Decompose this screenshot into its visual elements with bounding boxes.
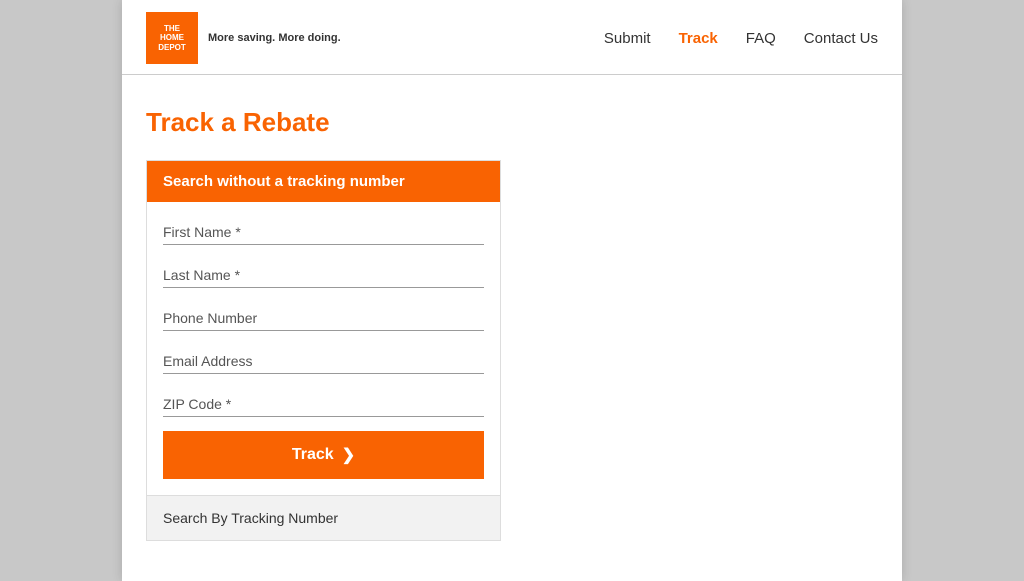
form-card-header: Search without a tracking number <box>147 161 500 202</box>
main-content: Track a Rebate Search without a tracking… <box>122 75 902 581</box>
first-name-field <box>163 212 484 249</box>
page-title: Track a Rebate <box>146 107 878 138</box>
main-nav: Submit Track FAQ Contact Us <box>604 30 878 47</box>
home-depot-logo: THE HOME DEPOT <box>146 12 198 64</box>
nav-submit[interactable]: Submit <box>604 30 651 47</box>
track-button[interactable]: Track ❯ <box>163 431 484 479</box>
logo-area: THE HOME DEPOT More saving. More doing. <box>146 12 341 64</box>
nav-faq[interactable]: FAQ <box>746 30 776 47</box>
email-field <box>163 341 484 378</box>
phone-field <box>163 298 484 335</box>
phone-input[interactable] <box>163 298 484 331</box>
header: THE HOME DEPOT More saving. More doing. … <box>122 0 902 75</box>
last-name-input[interactable] <box>163 255 484 288</box>
form-body: Track ❯ <box>147 202 500 495</box>
track-button-label: Track <box>292 446 334 464</box>
last-name-field <box>163 255 484 292</box>
first-name-input[interactable] <box>163 212 484 245</box>
track-form-card: Search without a tracking number <box>146 160 501 541</box>
page-wrapper: THE HOME DEPOT More saving. More doing. … <box>122 0 902 581</box>
nav-contact[interactable]: Contact Us <box>804 30 878 47</box>
track-arrow-icon: ❯ <box>342 445 355 465</box>
nav-track[interactable]: Track <box>679 30 718 47</box>
logo-tagline: More saving. More doing. <box>208 32 341 44</box>
email-input[interactable] <box>163 341 484 374</box>
zip-input[interactable] <box>163 384 484 417</box>
zip-field <box>163 384 484 421</box>
search-by-tracking-tab[interactable]: Search By Tracking Number <box>147 495 500 540</box>
